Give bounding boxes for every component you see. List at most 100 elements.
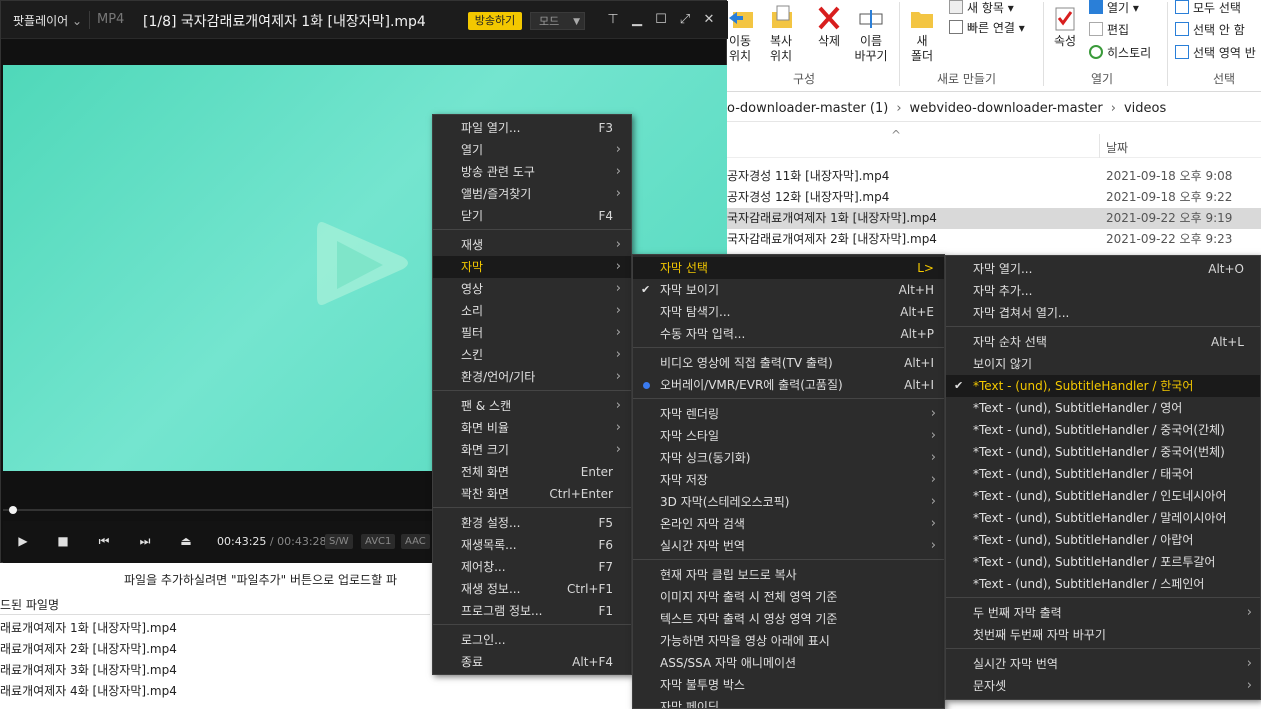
new-item-button[interactable]: 새 항목 ▾: [949, 0, 1014, 16]
uploaded-file-item[interactable]: 래료개여제자 1화 [내장자막].mp4: [0, 619, 177, 636]
video-codec-badge[interactable]: AVC1: [361, 534, 396, 549]
subtitle-menu-item[interactable]: 자막 탐색기... Alt+E: [633, 301, 944, 323]
main-menu-item[interactable]: 화면 크기 ›: [433, 439, 631, 461]
history-button[interactable]: 히스토리: [1089, 45, 1151, 61]
main-menu-item[interactable]: 소리 ›: [433, 300, 631, 322]
subtitle-menu-item[interactable]: 3D 자막(스테레오스코픽) ›: [633, 491, 944, 513]
select-menu-item[interactable]: *Text - (und), SubtitleHandler / 영어: [946, 397, 1260, 419]
uploaded-file-item[interactable]: 래료개여제자 4화 [내장자막].mp4: [0, 682, 177, 699]
select-all-button[interactable]: 모두 선택: [1175, 0, 1241, 16]
subtitle-menu-item[interactable]: 이미지 자막 출력 시 전체 영역 기준: [633, 586, 944, 608]
file-row-selected[interactable]: 국자감래료개여제자 1화 [내장자막].mp4 2021-09-22 오후 9:1…: [727, 208, 1261, 229]
rename-button[interactable]: 이름 바꾸기: [851, 4, 891, 64]
play-icon[interactable]: ▶: [13, 531, 33, 551]
subtitle-menu-item[interactable]: 온라인 자막 검색 ›: [633, 513, 944, 535]
main-menu-item[interactable]: 환경 설정... F5: [433, 512, 631, 534]
main-menu-item[interactable]: 팬 & 스캔 ›: [433, 395, 631, 417]
maximize-icon[interactable]: ☐: [652, 10, 670, 30]
edit-button[interactable]: 편집: [1089, 22, 1129, 38]
select-menu-item[interactable]: *Text - (und), SubtitleHandler / 포르투갈어: [946, 551, 1260, 573]
main-menu-item[interactable]: 자막 ›: [433, 256, 631, 278]
main-menu-item[interactable]: 재생 정보... Ctrl+F1: [433, 578, 631, 600]
breadcrumb-item[interactable]: o-downloader-master (1): [727, 101, 888, 116]
address-bar[interactable]: o-downloader-master (1) › webvideo-downloa…: [727, 96, 1261, 122]
select-menu-item[interactable]: 자막 열기... Alt+O: [946, 258, 1260, 280]
open-button[interactable]: 열기 ▾: [1089, 0, 1139, 16]
select-menu-item[interactable]: 자막 순차 선택 Alt+L: [946, 331, 1260, 353]
subtitle-menu-item[interactable]: 비디오 영상에 직접 출력(TV 출력) Alt+I: [633, 352, 944, 374]
minimize-icon[interactable]: ▁: [628, 10, 646, 30]
main-menu-item[interactable]: 전체 화면 Enter: [433, 461, 631, 483]
player-title-bar[interactable]: 팟플레이어 ⌄ MP4 [1/8] 국자감래료개여제자 1화 [내장자막].mp…: [1, 1, 728, 39]
subtitle-menu-item[interactable]: 가능하면 자막을 영상 아래에 표시: [633, 630, 944, 652]
subtitle-menu-item[interactable]: 자막 선택 L>: [633, 257, 944, 279]
subtitle-menu-item[interactable]: ✔ 자막 보이기 Alt+H: [633, 279, 944, 301]
select-menu-item[interactable]: *Text - (und), SubtitleHandler / 아랍어: [946, 529, 1260, 551]
select-menu-item[interactable]: *Text - (und), SubtitleHandler / 스페인어: [946, 573, 1260, 595]
audio-codec-badge[interactable]: AAC: [401, 534, 430, 549]
subtitle-menu-item[interactable]: 텍스트 자막 출력 시 영상 영역 기준: [633, 608, 944, 630]
main-menu-item[interactable]: 재생 ›: [433, 234, 631, 256]
breadcrumb-item[interactable]: webvideo-downloader-master: [910, 101, 1103, 116]
subtitle-menu-item[interactable]: 오버레이/VMR/EVR에 출력(고품질) Alt+I: [633, 374, 944, 396]
select-menu-item[interactable]: *Text - (und), SubtitleHandler / 인도네시아어: [946, 485, 1260, 507]
next-icon[interactable]: ⏭: [135, 531, 155, 551]
select-menu-item[interactable]: *Text - (und), SubtitleHandler / 말레이시아어: [946, 507, 1260, 529]
select-menu-item[interactable]: 두 번째 자막 출력 ›: [946, 602, 1260, 624]
main-menu-item[interactable]: 화면 비율 ›: [433, 417, 631, 439]
file-row[interactable]: 공자경성 11화 [내장자막].mp4 2021-09-18 오후 9:08: [727, 166, 1261, 187]
invert-selection-button[interactable]: 선택 영역 반: [1175, 45, 1256, 61]
main-menu-item[interactable]: 프로그램 정보... F1: [433, 600, 631, 622]
subtitle-menu-item[interactable]: 현재 자막 클립 보드로 복사: [633, 564, 944, 586]
new-folder-button[interactable]: 새 폴더: [907, 4, 937, 64]
delete-button[interactable]: 삭제: [813, 4, 845, 49]
subtitle-menu-item[interactable]: 실시간 자막 번역 ›: [633, 535, 944, 557]
date-column-header[interactable]: 날짜: [1106, 139, 1128, 156]
select-menu-item[interactable]: *Text - (und), SubtitleHandler / 중국어(번체): [946, 441, 1260, 463]
breadcrumb-item[interactable]: videos: [1124, 101, 1166, 116]
file-row[interactable]: 국자감래료개여제자 2화 [내장자막].mp4 2021-09-22 오후 9:2…: [727, 229, 1261, 250]
previous-icon[interactable]: ⏮: [94, 531, 114, 551]
subtitle-menu-item[interactable]: 자막 스타일 ›: [633, 425, 944, 447]
main-menu-item[interactable]: 종료 Alt+F4: [433, 651, 631, 673]
decoder-badge[interactable]: S/W: [325, 534, 353, 549]
easy-access-button[interactable]: 빠른 연결 ▾: [949, 20, 1025, 36]
main-menu-item[interactable]: 환경/언어/기타 ›: [433, 366, 631, 388]
select-none-button[interactable]: 선택 안 함: [1175, 22, 1245, 38]
select-menu-item[interactable]: ✔ *Text - (und), SubtitleHandler / 한국어: [946, 375, 1260, 397]
select-menu-item[interactable]: *Text - (und), SubtitleHandler / 태국어: [946, 463, 1260, 485]
subtitle-menu-item[interactable]: 자막 불투명 박스: [633, 674, 944, 696]
properties-button[interactable]: 속성: [1049, 4, 1081, 49]
file-row[interactable]: 공자경성 12화 [내장자막].mp4 2021-09-18 오후 9:22: [727, 187, 1261, 208]
main-menu-item[interactable]: 제어창... F7: [433, 556, 631, 578]
main-menu-item[interactable]: 방송 관련 도구 ›: [433, 161, 631, 183]
select-menu-item[interactable]: 문자셋 ›: [946, 675, 1260, 697]
eject-icon[interactable]: ⏏: [176, 531, 196, 551]
main-menu-item[interactable]: 재생목록... F6: [433, 534, 631, 556]
subtitle-menu-item[interactable]: 수동 자막 입력... Alt+P: [633, 323, 944, 345]
stop-icon[interactable]: ■: [53, 531, 73, 551]
select-menu-item[interactable]: *Text - (und), SubtitleHandler / 중국어(간체): [946, 419, 1260, 441]
subtitle-menu-item[interactable]: 자막 싱크(동기화) ›: [633, 447, 944, 469]
subtitle-menu-item[interactable]: 자막 페이딩: [633, 696, 944, 708]
subtitle-menu-item[interactable]: ASS/SSA 자막 애니메이션: [633, 652, 944, 674]
main-menu-item[interactable]: 꽉찬 화면 Ctrl+Enter: [433, 483, 631, 505]
main-menu-item[interactable]: 스킨 ›: [433, 344, 631, 366]
close-icon[interactable]: ✕: [700, 10, 718, 30]
seek-handle[interactable]: [9, 506, 17, 514]
fullscreen-icon[interactable]: ⤢: [676, 10, 694, 30]
subtitle-menu-item[interactable]: 자막 저장 ›: [633, 469, 944, 491]
mode-dropdown[interactable]: 모드 ▼: [530, 12, 585, 30]
select-menu-item[interactable]: 자막 추가...: [946, 280, 1260, 302]
select-menu-item[interactable]: 실시간 자막 번역 ›: [946, 653, 1260, 675]
uploaded-file-item[interactable]: 래료개여제자 2화 [내장자막].mp4: [0, 640, 177, 657]
uploaded-file-item[interactable]: 래료개여제자 3화 [내장자막].mp4: [0, 661, 177, 678]
main-menu-item[interactable]: 앨범/즐겨찾기 ›: [433, 183, 631, 205]
main-menu-item[interactable]: 닫기 F4: [433, 205, 631, 227]
main-menu-item[interactable]: 영상 ›: [433, 278, 631, 300]
main-menu-item[interactable]: 파일 열기... F3: [433, 117, 631, 139]
subtitle-menu-item[interactable]: 자막 렌더링 ›: [633, 403, 944, 425]
main-menu-item[interactable]: 필터 ›: [433, 322, 631, 344]
pin-icon[interactable]: ⊤: [604, 10, 622, 30]
move-to-button[interactable]: 이동 위치: [727, 4, 753, 64]
